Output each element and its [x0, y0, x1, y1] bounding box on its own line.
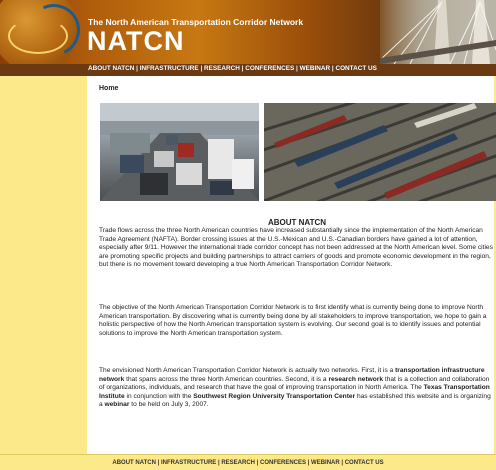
- footer: ABOUT NATCN | INFRASTRUCTURE | RESEARCH …: [0, 454, 496, 470]
- webinar-term: webinar: [104, 401, 130, 409]
- nav-item-infrastructure[interactable]: INFRASTRUCTURE: [140, 65, 199, 72]
- top-nav-links: ABOUT NATCN | INFRASTRUCTURE | RESEARCH …: [88, 65, 377, 72]
- rail-yard-photo-art: [264, 103, 496, 201]
- footer-item-research[interactable]: RESEARCH: [221, 460, 255, 466]
- nav-item-research[interactable]: RESEARCH: [204, 65, 240, 72]
- intro-paragraph: Trade flows across the three North Ameri…: [99, 227, 493, 269]
- traffic-photo: [100, 103, 259, 201]
- nav-item-webinar[interactable]: WEBINAR: [300, 65, 331, 72]
- bridge-icon: [380, 0, 496, 64]
- swutc-name: Southwest Region University Transportati…: [193, 392, 356, 400]
- network-paragraph: The envisioned North American Transporta…: [99, 367, 494, 410]
- site-logo-title[interactable]: NATCN: [87, 26, 184, 56]
- rail-yard-photo: [264, 103, 496, 201]
- traffic-photo-art: [100, 103, 259, 201]
- text-fragment: in conjunction with the: [124, 392, 194, 400]
- nav-item-about[interactable]: ABOUT NATCN: [88, 65, 134, 72]
- footer-item-contact[interactable]: CONTACT US: [345, 460, 384, 466]
- footer-item-infrastructure[interactable]: INFRASTRUCTURE: [161, 460, 216, 466]
- footer-nav-links: ABOUT NATCN | INFRASTRUCTURE | RESEARCH …: [0, 460, 496, 466]
- globe-arc-decoration-2: [8, 18, 68, 54]
- objective-paragraph: The objective of the North American Tran…: [99, 304, 487, 337]
- text-fragment: The envisioned North American Transporta…: [99, 367, 396, 374]
- header-banner: The North American Transportation Corrid…: [0, 0, 496, 64]
- breadcrumb[interactable]: Home: [99, 85, 118, 92]
- footer-item-about[interactable]: ABOUT NATCN: [112, 460, 156, 466]
- text-fragment: that spans across the three North Americ…: [124, 375, 329, 383]
- text-fragment: to be held on July 3, 2007.: [129, 401, 209, 409]
- nav-item-contact[interactable]: CONTACT US: [335, 65, 376, 72]
- nav-item-conferences[interactable]: CONFERENCES: [245, 65, 294, 72]
- top-nav: ABOUT NATCN | INFRASTRUCTURE | RESEARCH …: [0, 64, 496, 76]
- footer-item-conferences[interactable]: CONFERENCES: [260, 460, 306, 466]
- section-title: ABOUT NATCN: [267, 218, 327, 227]
- footer-item-webinar[interactable]: WEBINAR: [311, 460, 340, 466]
- research-network-term: research network: [328, 375, 384, 383]
